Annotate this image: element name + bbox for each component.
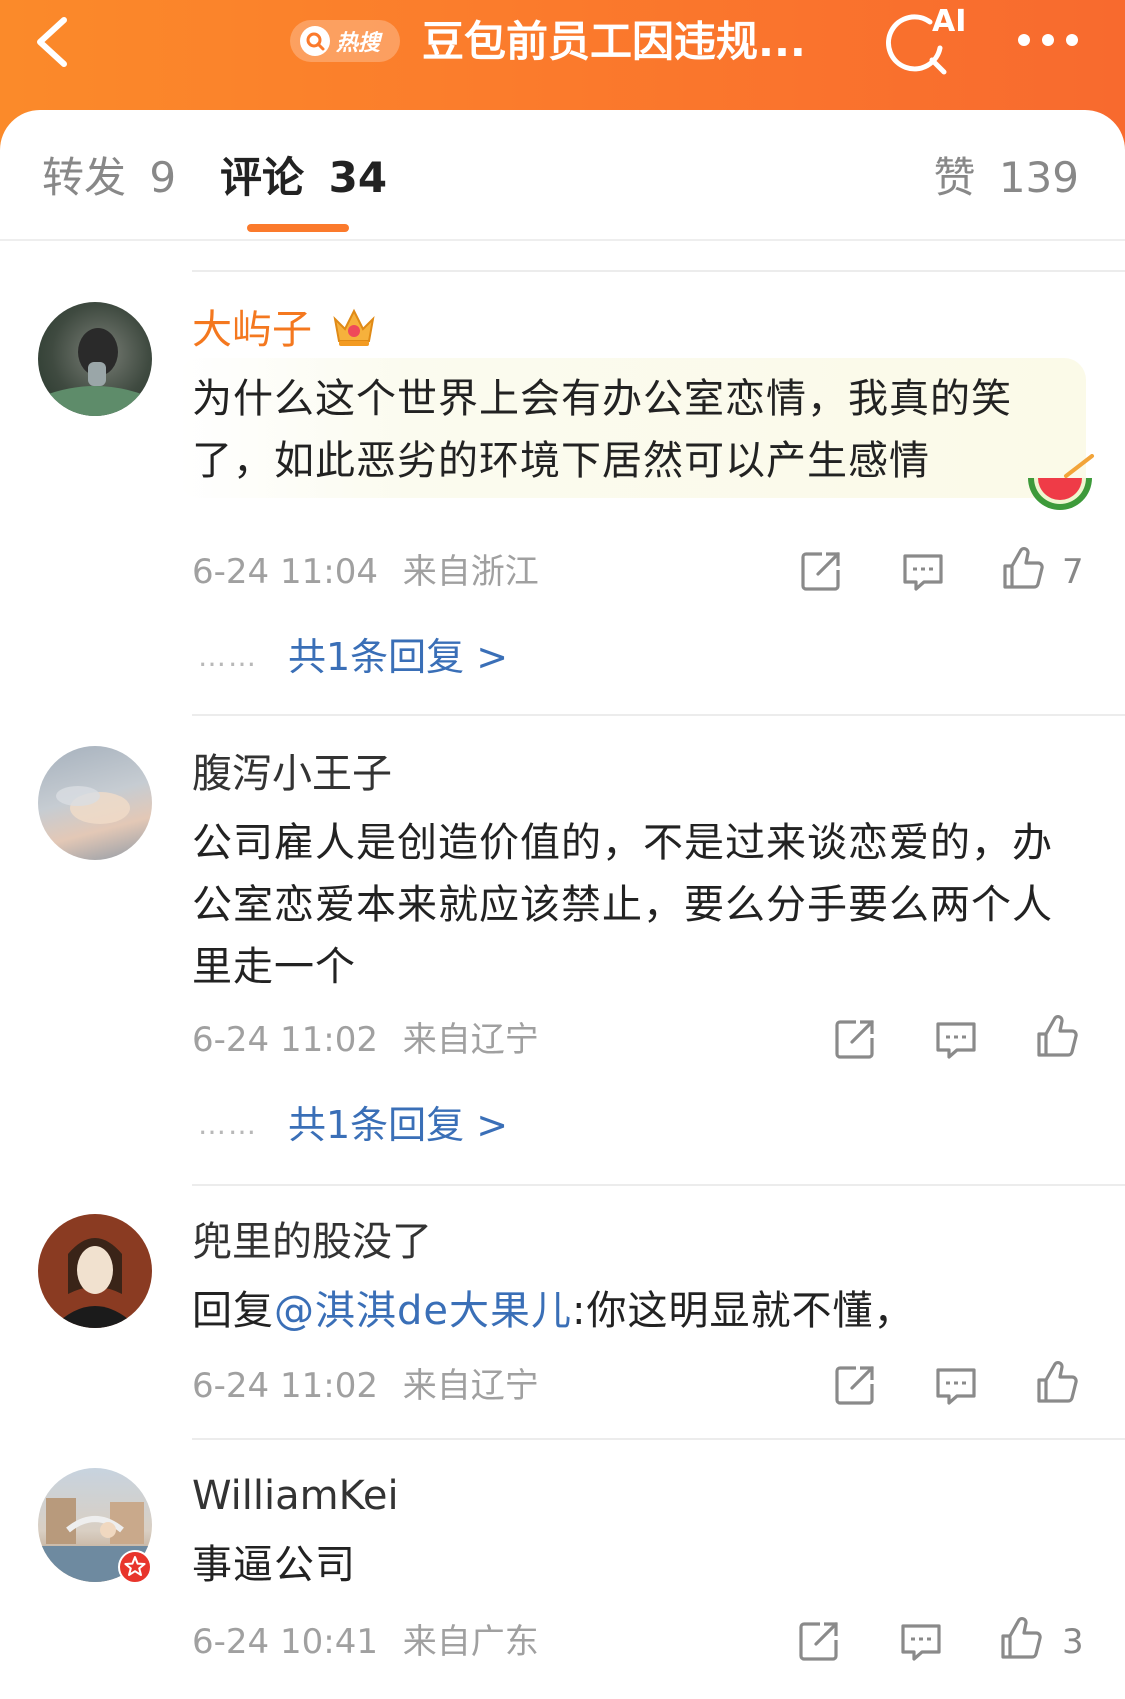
comment-meta: 6-24 11:04 来自浙江 [192,550,539,594]
comment-text: 为什么这个世界上会有办公室恋情，我真的笑了，如此恶劣的环境下居然可以产生感情 [192,376,1012,484]
tab-bar: 转发 9 评论 34 赞 139 [0,110,1125,241]
username[interactable]: WilliamKei [192,1470,399,1522]
comment-icon[interactable] [933,1362,979,1408]
avatar-photo [52,1238,138,1328]
mention-link[interactable]: @淇淇de大果儿 [274,1288,572,1334]
comment-location: 来自浙江 [402,552,539,592]
comment-text: 事逼公司 [192,1542,356,1588]
ai-search-button[interactable]: AI [882,4,966,76]
chevron-left-icon [37,17,67,67]
reply-prefix: 回复 [192,1288,274,1334]
tab-like[interactable]: 赞 139 [933,150,1079,206]
tab-comment-label: 评论 [220,153,305,202]
page-title[interactable]: 豆包前员工因违规... [422,12,842,72]
reply-ellipsis: …… [198,640,258,673]
view-replies-link[interactable]: 共1条回复 > [288,632,508,682]
avatar[interactable] [38,302,152,416]
divider [192,270,1125,272]
like-count: 7 [1062,552,1084,592]
comment-date: 6-24 11:02 [192,1020,378,1060]
avatar-photo [38,328,152,416]
comment-location: 来自广东 [402,1622,539,1662]
watermelon-icon [1028,454,1094,510]
tab-repost-count: 9 [149,153,177,202]
tab-repost-label: 转发 [42,153,127,202]
hot-search-chip[interactable]: 热搜 [290,20,400,62]
share-icon[interactable] [832,1362,878,1408]
username-text: 大屿子 [192,307,312,353]
more-button[interactable] [1012,22,1092,58]
comment-meta: 6-24 11:02 来自辽宁 [192,1018,539,1062]
comment-date: 6-24 11:02 [192,1366,378,1406]
comment-text: 回复@淇淇de大果儿:你这明显就不懂， [192,1280,1082,1342]
like-icon[interactable] [998,1616,1044,1662]
view-replies-link[interactable]: 共1条回复 > [288,1100,508,1150]
username[interactable]: 大屿子 [192,304,377,356]
share-icon[interactable] [798,548,844,594]
username[interactable]: 腹泻小王子 [192,748,392,800]
tabs-divider [0,239,1125,241]
ai-label: AI [932,4,967,39]
tab-repost[interactable]: 转发 9 [42,150,176,206]
divider [192,1438,1125,1440]
search-icon [300,26,330,56]
divider [192,714,1125,716]
tab-like-label: 赞 [933,153,976,202]
hot-search-label: 热搜 [336,31,381,56]
avatar[interactable] [38,746,152,860]
verified-badge-icon [118,1550,152,1584]
tab-like-count: 139 [998,153,1079,202]
divider [192,1184,1125,1186]
comment-location: 来自辽宁 [402,1020,539,1060]
comment-date: 6-24 10:41 [192,1622,378,1662]
like-icon[interactable] [1034,1360,1080,1406]
like-icon[interactable] [1000,546,1046,592]
share-icon[interactable] [832,1016,878,1062]
like-icon[interactable] [1034,1014,1080,1060]
comment-icon[interactable] [933,1016,979,1062]
share-icon[interactable] [796,1618,842,1664]
comment-icon[interactable] [900,548,946,594]
more-dots-icon [1018,34,1078,46]
username[interactable]: 兜里的股没了 [192,1216,432,1268]
comment-meta: 6-24 11:02 来自辽宁 [192,1364,539,1408]
like-count: 3 [1062,1622,1084,1662]
back-button[interactable] [28,12,84,72]
tab-comment-count: 34 [328,153,388,202]
comment-icon[interactable] [898,1618,944,1664]
comment-meta: 6-24 10:41 来自广东 [192,1620,539,1664]
avatar[interactable] [38,1214,152,1328]
comment-text: 公司雇人是创造价值的，不是过来谈恋爱的，办公室恋爱本来就应该禁止，要么分手要么两… [192,820,1053,990]
reply-ellipsis: …… [198,1108,258,1141]
crown-icon [333,308,375,346]
comment-date: 6-24 11:04 [192,552,378,592]
active-tab-indicator [247,224,349,232]
comment-location: 来自辽宁 [402,1366,539,1406]
tab-comment[interactable]: 评论 34 [220,150,387,206]
reply-text: :你这明显就不懂， [572,1288,915,1334]
avatar-photo [56,786,130,824]
